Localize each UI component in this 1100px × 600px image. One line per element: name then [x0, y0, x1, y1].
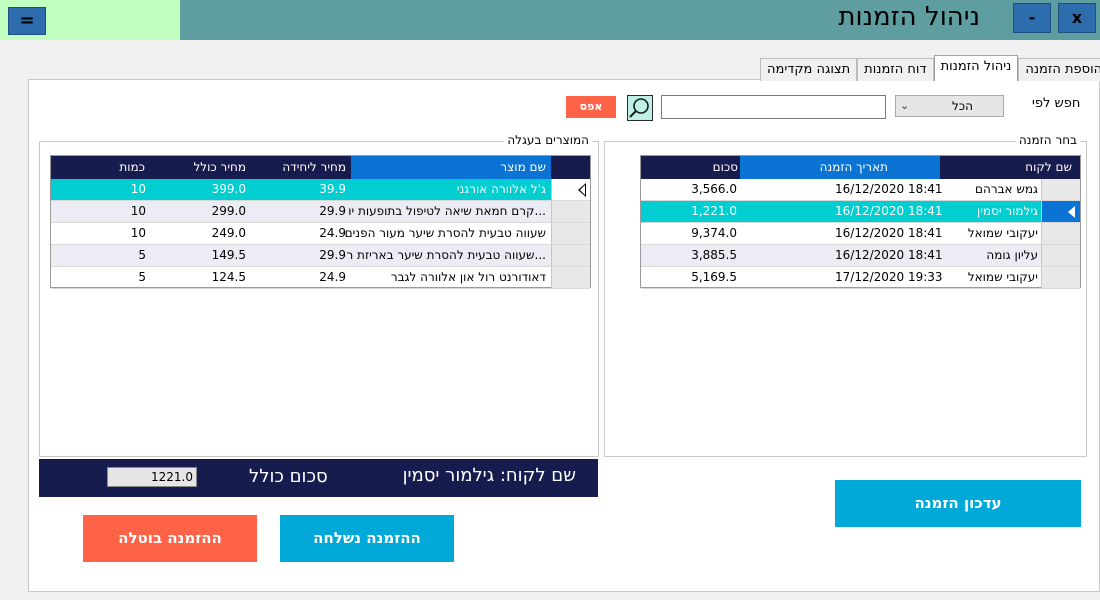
row-header-column — [551, 156, 590, 179]
cell-amount: 3,885.5 — [691, 248, 737, 262]
customer-name-label: שם לקוח: גילמור יסמין — [402, 465, 576, 486]
table-row[interactable]: שעווה טבעית להסרת שיער מעור הפנים 24.9 2… — [51, 223, 590, 245]
menu-button[interactable]: = — [8, 7, 46, 35]
row-header[interactable] — [551, 245, 590, 266]
column-header-date[interactable]: תאריך הזמנה — [740, 156, 940, 179]
window-title: ניהול הזמנות — [838, 2, 980, 32]
cell-total-price: 249.0 — [211, 226, 246, 240]
cell-amount: 9,374.0 — [691, 226, 737, 240]
cell-customer: עליון גומה — [986, 248, 1038, 262]
table-row[interactable]: גילמור יסמין 16/12/2020 18:41 1,221.0 — [641, 201, 1080, 223]
row-header[interactable] — [551, 201, 590, 222]
cell-quantity: 5 — [138, 248, 146, 262]
cell-total-price: 299.0 — [211, 204, 246, 218]
cell-customer: גמש אברהם — [975, 182, 1038, 196]
update-order-button[interactable]: עדכון הזמנה — [835, 480, 1081, 527]
search-button[interactable] — [627, 95, 653, 121]
column-header-amount[interactable]: סכום — [641, 156, 740, 179]
cell-unit-price: 39.9 — [319, 182, 346, 196]
row-header[interactable] — [551, 267, 590, 288]
tab-manage-orders[interactable]: ניהול הזמנות — [933, 55, 1019, 81]
order-sent-button[interactable]: ההזמנה נשלחה — [280, 515, 454, 562]
order-summary-bar: שם לקוח: גילמור יסמין סכום כולל 1221.0 — [39, 459, 598, 497]
tab-preview[interactable]: תצוגה מקדימה — [760, 58, 858, 81]
total-value-field: 1221.0 — [107, 467, 197, 487]
search-filter-select[interactable]: הכל ⌄ — [895, 95, 1004, 117]
cell-customer: יעקובי שמואל — [967, 226, 1038, 240]
cell-total-price: 149.5 — [211, 248, 246, 262]
cell-amount: 3,566.0 — [691, 182, 737, 196]
cell-quantity: 10 — [130, 204, 146, 218]
cell-date: 16/12/2020 18:41 — [835, 248, 943, 262]
cell-amount: 1,221.0 — [691, 204, 737, 218]
chevron-down-icon: ⌄ — [900, 99, 910, 112]
table-row[interactable]: יעקובי שמואל 16/12/2020 18:41 9,374.0 — [641, 223, 1080, 245]
table-row[interactable]: גמש אברהם 16/12/2020 18:41 3,566.0 — [641, 179, 1080, 201]
cell-date: 16/12/2020 18:41 — [835, 226, 943, 240]
cell-date: 16/12/2020 18:41 — [835, 204, 943, 218]
orders-table[interactable]: שם לקוח תאריך הזמנה סכום גמש אברהם 16/12… — [640, 155, 1081, 289]
cell-date: 16/12/2020 18:41 — [835, 182, 943, 196]
cell-total-price: 124.5 — [211, 270, 246, 284]
table-row[interactable]: קרם חמאת שיאה לטיפול בתופעות יו... 29.9 … — [51, 201, 590, 223]
table-row[interactable]: דאודורנט רול און אלוורה לגבר 24.9 124.5 … — [51, 267, 590, 289]
cell-customer: יעקובי שמואל — [967, 270, 1038, 284]
column-header-unit-price[interactable]: מחיר ליחידה — [251, 156, 351, 179]
cell-unit-price: 24.9 — [319, 270, 346, 284]
cell-amount: 5,169.5 — [691, 270, 737, 284]
cell-quantity: 5 — [138, 270, 146, 284]
cell-unit-price: 29.9 — [319, 204, 346, 218]
table-row[interactable]: יעקובי שמואל 17/12/2020 19:33 5,169.5 — [641, 267, 1080, 289]
row-header-current[interactable] — [1041, 201, 1080, 222]
table-row[interactable]: ג'ל אלוורה אורגני 39.9 399.0 10 — [51, 179, 590, 201]
search-input[interactable] — [661, 95, 886, 119]
table-row[interactable]: עליון גומה 16/12/2020 18:41 3,885.5 — [641, 245, 1080, 267]
cart-group-title: המוצרים בעגלה — [504, 133, 592, 147]
row-header[interactable] — [1041, 267, 1080, 288]
search-icon — [629, 98, 649, 118]
column-header-product[interactable]: שם מוצר — [351, 156, 551, 179]
current-row-icon — [1068, 206, 1075, 218]
search-filter-value: הכל — [951, 99, 973, 113]
column-header-total-price[interactable]: מחיר כולל — [151, 156, 251, 179]
total-label: סכום כולל — [249, 466, 328, 487]
table-row[interactable]: שעווה טבעית להסרת שיער באריזת ר... 29.9 … — [51, 245, 590, 267]
order-cancelled-button[interactable]: ההזמנה בוטלה — [83, 515, 257, 562]
row-header[interactable] — [1041, 179, 1080, 200]
cell-date: 17/12/2020 19:33 — [835, 270, 943, 284]
cart-table[interactable]: שם מוצר מחיר ליחידה מחיר כולל כמות ג'ל א… — [50, 155, 591, 289]
search-label: חפש לפי — [1032, 96, 1081, 111]
cell-unit-price: 29.9 — [319, 248, 346, 262]
row-header-current[interactable] — [551, 179, 590, 200]
column-header-customer[interactable]: שם לקוח — [940, 156, 1080, 179]
tab-orders-report[interactable]: דוח הזמנות — [857, 58, 934, 81]
tab-add-order[interactable]: הוספת הזמנה — [1018, 58, 1100, 81]
orders-group-title: בחר הזמנה — [1015, 133, 1080, 147]
cell-total-price: 399.0 — [211, 182, 246, 196]
title-bar: = ניהול הזמנות - x — [0, 0, 1100, 40]
row-header[interactable] — [551, 223, 590, 244]
reset-button[interactable]: אפס — [566, 96, 616, 118]
close-button[interactable]: x — [1058, 3, 1096, 33]
cell-customer: גילמור יסמין — [976, 204, 1038, 218]
column-header-quantity[interactable]: כמות — [51, 156, 151, 179]
minimize-button[interactable]: - — [1013, 3, 1051, 33]
current-row-icon-inner — [580, 185, 585, 195]
row-header[interactable] — [1041, 223, 1080, 244]
cell-unit-price: 24.9 — [319, 226, 346, 240]
tab-bar: הוספת הזמנה ניהול הזמנות דוח הזמנות תצוג… — [760, 55, 1100, 81]
cell-quantity: 10 — [130, 182, 146, 196]
row-header[interactable] — [1041, 245, 1080, 266]
cell-quantity: 10 — [130, 226, 146, 240]
